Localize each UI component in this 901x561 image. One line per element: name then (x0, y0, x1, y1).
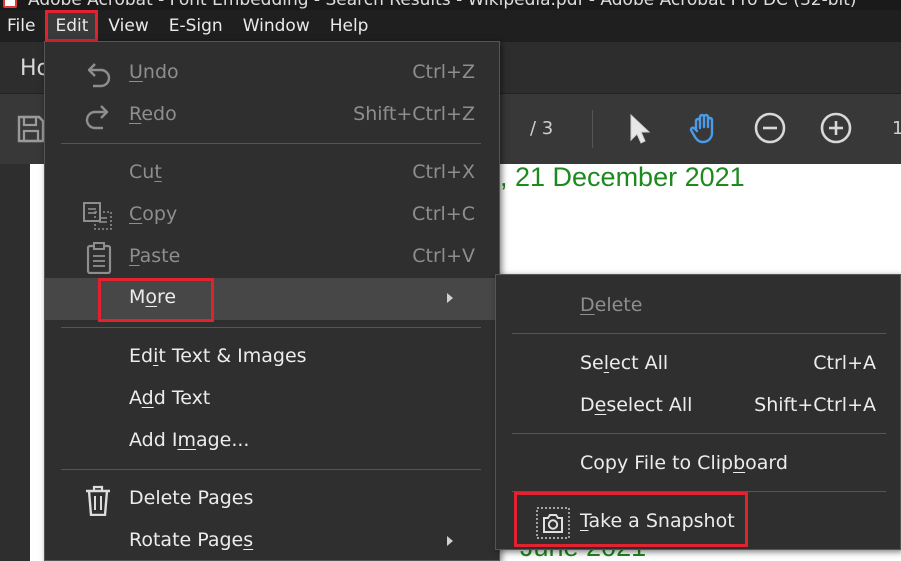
menu-item-label: Deselect All (580, 394, 693, 416)
menu-bar: File Edit View E-Sign Window Help (0, 10, 901, 42)
menu-item-undo[interactable]: Undo Ctrl+Z (45, 53, 499, 95)
menu-item-label: Add Image... (129, 429, 250, 451)
edit-dropdown-menu: Undo Ctrl+Z Redo Shift+Ctrl+Z Cut Ctrl+X… (44, 41, 500, 561)
menu-item-label: Take a Snapshot (580, 510, 735, 532)
menu-item-label: Edit Text & Images (129, 345, 307, 367)
acrobat-app-icon (3, 0, 17, 8)
menu-item-shortcut: Ctrl+A (813, 352, 876, 374)
menu-item-label: Select All (580, 352, 669, 374)
menu-item-label: Copy (129, 203, 178, 225)
menu-item-shortcut: Ctrl+C (412, 203, 475, 225)
menu-item-delete[interactable]: Delete (496, 285, 900, 327)
menu-item-label: Cut (129, 161, 162, 183)
menu-item-label: Rotate Pages (129, 529, 254, 551)
menu-item-shortcut: Shift+Ctrl+A (754, 394, 876, 416)
menu-item-add-image[interactable]: Add Image... (45, 421, 499, 463)
undo-icon (87, 63, 111, 88)
menu-item-label: Delete Pages (129, 487, 254, 509)
zoom-out-icon[interactable] (752, 110, 788, 146)
submenu-arrow-icon (447, 293, 453, 303)
redo-icon (85, 105, 109, 130)
menu-item-copy[interactable]: Copy Ctrl+C (45, 195, 499, 237)
menu-separator (61, 327, 481, 328)
window-title: Adobe Acrobat - Font Embedding - Search … (28, 0, 857, 10)
menu-item-add-text[interactable]: Add Text (45, 379, 499, 421)
hand-tool-icon[interactable] (686, 110, 722, 146)
menu-separator (61, 143, 481, 144)
menu-item-delete-pages[interactable]: Delete Pages (45, 479, 499, 521)
submenu-arrow-icon (447, 536, 453, 546)
menu-item-label: Redo (129, 103, 177, 125)
page-count: / 3 (530, 118, 554, 139)
menu-item-select-all[interactable]: Select All Ctrl+A (496, 343, 900, 385)
trash-icon (86, 485, 110, 516)
clipboard-paste-icon (86, 242, 112, 274)
zoom-level[interactable]: 1 (892, 118, 901, 139)
toolbar-divider (592, 110, 593, 148)
menu-item-label: Copy File to Clipboard (580, 452, 788, 474)
menu-item-label: Undo (129, 61, 179, 83)
menu-esign[interactable]: E-Sign (159, 10, 233, 42)
menu-item-edit-text-images[interactable]: Edit Text & Images (45, 337, 499, 379)
select-pointer-icon[interactable] (620, 110, 656, 146)
title-bar: Adobe Acrobat - Font Embedding - Search … (0, 0, 901, 10)
menu-item-shortcut: Ctrl+Z (412, 61, 475, 83)
menu-file[interactable]: File (0, 10, 45, 42)
menu-item-more[interactable]: More (45, 278, 499, 320)
menu-item-paste[interactable]: Paste Ctrl+V (45, 237, 499, 279)
menu-item-cut[interactable]: Cut Ctrl+X (45, 153, 499, 195)
more-submenu: Delete Select All Ctrl+A Deselect All Sh… (495, 274, 901, 550)
menu-item-shortcut: Shift+Ctrl+Z (353, 103, 475, 125)
menu-item-label: Add Text (129, 387, 211, 409)
save-icon[interactable] (16, 114, 46, 144)
menu-edit[interactable]: Edit (45, 10, 99, 42)
menu-separator (512, 333, 886, 334)
menu-item-label: More (129, 286, 177, 308)
menu-help[interactable]: Help (320, 10, 379, 42)
menu-separator (512, 491, 886, 492)
menu-item-redo[interactable]: Redo Shift+Ctrl+Z (45, 95, 499, 137)
menu-item-label: Delete (580, 294, 643, 316)
menu-item-shortcut: Ctrl+X (412, 161, 475, 183)
menu-view[interactable]: View (98, 10, 158, 42)
menu-item-rotate-pages[interactable]: Rotate Pages (45, 521, 499, 561)
menu-item-shortcut: Ctrl+V (412, 245, 475, 267)
menu-item-label: Paste (129, 245, 181, 267)
menu-item-deselect-all[interactable]: Deselect All Shift+Ctrl+A (496, 385, 900, 427)
menu-window[interactable]: Window (233, 10, 320, 42)
menu-item-take-snapshot[interactable]: Take a Snapshot (496, 501, 900, 543)
zoom-in-icon[interactable] (818, 110, 854, 146)
menu-item-copy-file-to-clipboard[interactable]: Copy File to Clipboard (496, 443, 900, 485)
copy-icon (83, 202, 112, 230)
menu-separator (512, 433, 886, 434)
menu-separator (61, 469, 481, 470)
document-heading-text: , 21 December 2021 (500, 162, 745, 192)
camera-snapshot-icon (536, 507, 570, 539)
